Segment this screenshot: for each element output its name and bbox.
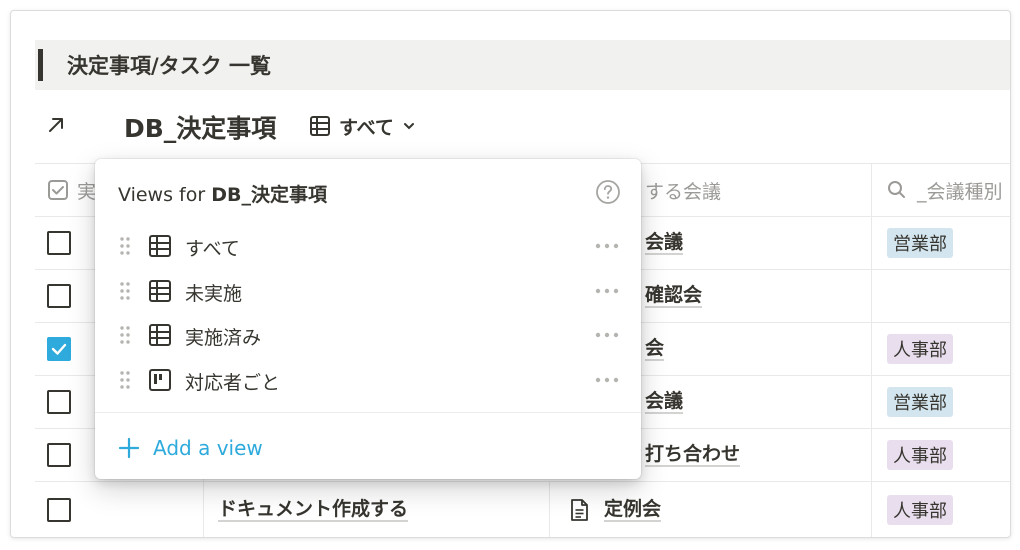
meeting-column-header[interactable]: する会議 bbox=[645, 164, 721, 216]
related-meeting[interactable]: 会 bbox=[645, 337, 665, 361]
drag-handle-icon[interactable] bbox=[119, 370, 131, 390]
column-divider bbox=[871, 429, 872, 481]
row-checkbox[interactable] bbox=[47, 231, 71, 255]
view-item-label: 実施済み bbox=[185, 327, 262, 349]
more-options-icon[interactable] bbox=[593, 370, 621, 390]
view-item-not-done[interactable]: 未実施 bbox=[95, 269, 641, 313]
view-switcher[interactable]: すべて bbox=[309, 111, 416, 141]
board-icon bbox=[149, 369, 171, 391]
database-title-row: DB_決定事項 すべて bbox=[11, 107, 1010, 151]
meeting-type-tag: 営業部 bbox=[887, 228, 953, 258]
more-options-icon[interactable] bbox=[593, 281, 621, 301]
table-icon bbox=[310, 116, 330, 136]
status-column-header[interactable]: 実 bbox=[47, 164, 96, 216]
related-meeting[interactable]: 会議 bbox=[645, 390, 684, 414]
views-popup-title: Views for DB_決定事項 bbox=[118, 180, 327, 207]
row-checkbox[interactable] bbox=[47, 284, 71, 308]
column-divider bbox=[871, 217, 872, 269]
column-divider bbox=[871, 323, 872, 375]
meeting-type-tag: 人事部 bbox=[887, 494, 953, 525]
row-checkbox[interactable] bbox=[47, 443, 71, 467]
help-icon[interactable] bbox=[595, 179, 621, 205]
related-meeting[interactable]: 定例会 bbox=[604, 498, 662, 522]
row-checkbox[interactable] bbox=[47, 390, 71, 414]
column-divider bbox=[871, 376, 872, 428]
views-popup-db-name: DB_決定事項 bbox=[211, 184, 327, 206]
chevron-down-icon bbox=[403, 123, 414, 130]
meeting-column-label: する会議 bbox=[645, 180, 722, 203]
drag-handle-icon[interactable] bbox=[119, 236, 131, 256]
view-item-label: 未実施 bbox=[185, 283, 243, 305]
view-item-all[interactable]: すべて bbox=[95, 224, 641, 268]
column-divider bbox=[871, 482, 872, 537]
view-item-label: 対応者ごと bbox=[185, 372, 281, 394]
related-meeting[interactable]: 打ち合わせ bbox=[645, 443, 741, 467]
check-icon bbox=[51, 343, 67, 355]
current-view-label: すべて bbox=[339, 116, 394, 139]
related-meeting[interactable]: 会議 bbox=[645, 231, 684, 255]
table-icon bbox=[149, 235, 171, 257]
row-checkbox[interactable] bbox=[47, 497, 71, 522]
section-title: 決定事項/タスク 一覧 bbox=[67, 54, 271, 78]
view-item-by-assignee[interactable]: 対応者ごと bbox=[95, 358, 641, 402]
plus-icon bbox=[118, 437, 140, 459]
add-view-label: Add a view bbox=[153, 436, 263, 460]
open-as-page-arrow-icon[interactable] bbox=[44, 113, 68, 137]
drag-handle-icon[interactable] bbox=[119, 281, 131, 301]
meeting-type-column-label: _会議種別 bbox=[917, 180, 1003, 203]
related-meeting[interactable]: 確認会 bbox=[645, 284, 703, 308]
meeting-type-tag: 人事部 bbox=[887, 334, 953, 364]
task-name[interactable]: ドキュメント作成する bbox=[218, 498, 409, 522]
column-divider bbox=[203, 482, 204, 537]
view-item-done[interactable]: 実施済み bbox=[95, 313, 641, 357]
more-options-icon[interactable] bbox=[593, 325, 621, 345]
meeting-type-tag: 人事部 bbox=[887, 440, 953, 470]
popup-divider bbox=[95, 412, 641, 413]
column-divider bbox=[871, 270, 872, 322]
table-icon bbox=[149, 280, 171, 302]
column-divider bbox=[871, 164, 872, 216]
views-popup: Views for DB_決定事項 すべて 未実施 実施済み 対応者ごと Add… bbox=[95, 159, 641, 479]
column-divider bbox=[549, 482, 550, 537]
row-checkbox-checked[interactable] bbox=[47, 337, 71, 361]
add-view-button[interactable]: Add a view bbox=[117, 431, 263, 465]
page-icon bbox=[571, 498, 588, 521]
meeting-type-column-header[interactable]: _会議種別 bbox=[887, 164, 1003, 216]
view-item-label: すべて bbox=[185, 238, 240, 260]
views-popup-title-prefix: Views for bbox=[118, 184, 212, 206]
database-title[interactable]: DB_決定事項 bbox=[124, 109, 276, 145]
drag-handle-icon[interactable] bbox=[119, 325, 131, 345]
search-icon bbox=[888, 181, 905, 198]
meeting-type-tag: 営業部 bbox=[887, 387, 953, 417]
table-row: ドキュメント作成する 定例会 人事部 bbox=[35, 482, 1010, 537]
status-column-label: 実 bbox=[77, 180, 97, 203]
table-icon bbox=[149, 324, 171, 346]
checkbox-property-icon bbox=[48, 180, 68, 200]
section-header-bar bbox=[38, 49, 43, 81]
more-options-icon[interactable] bbox=[593, 236, 621, 256]
section-header: 決定事項/タスク 一覧 bbox=[35, 40, 1010, 90]
